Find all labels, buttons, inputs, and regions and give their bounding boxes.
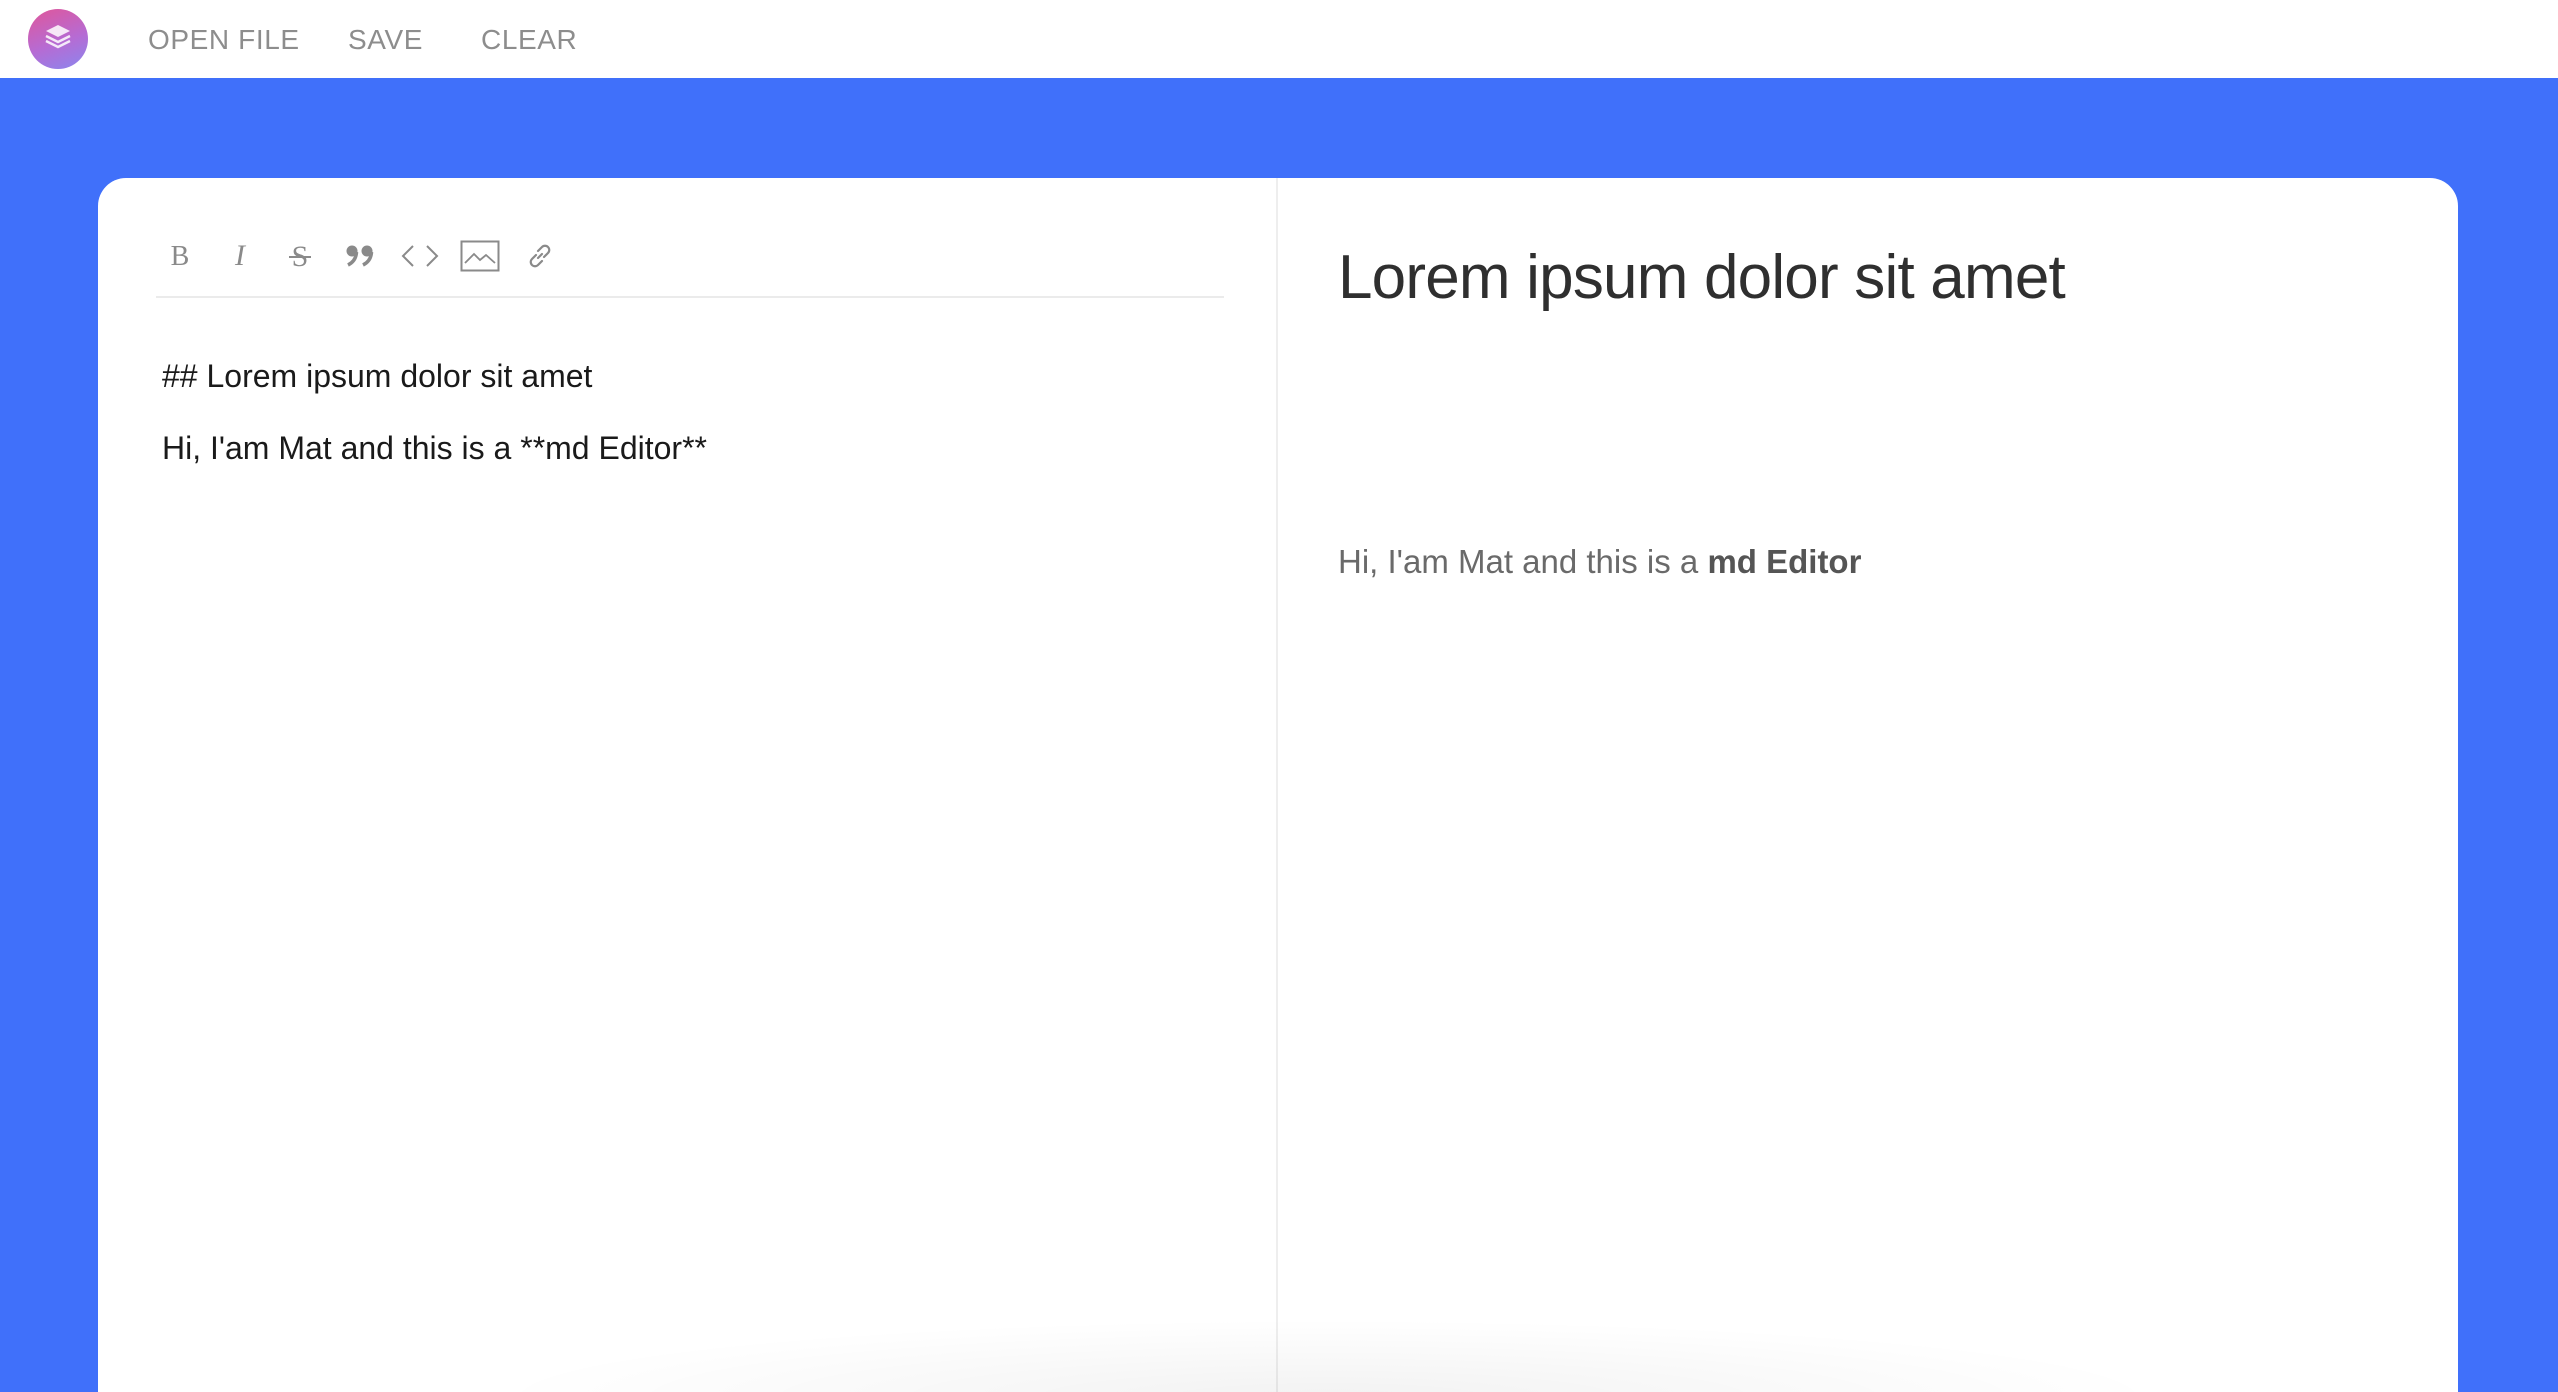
svg-text:B: B xyxy=(171,241,190,271)
link-icon[interactable] xyxy=(516,232,564,280)
source-line: Hi, I'am Mat and this is a **md Editor** xyxy=(162,430,707,466)
quote-icon[interactable] xyxy=(336,232,384,280)
preview-paragraph: Hi, I'am Mat and this is a md Editor xyxy=(1338,542,1861,582)
top-bar: OPEN FILE SAVE CLEAR xyxy=(0,0,2558,78)
source-line: ## Lorem ipsum dolor sit amet xyxy=(162,358,593,394)
editor-card: B I S ## Lorem ipsum dolor sit amet Hi, … xyxy=(98,178,2458,1392)
app-logo[interactable] xyxy=(28,9,88,69)
pane-divider xyxy=(1276,178,1278,1392)
clear-button[interactable]: CLEAR xyxy=(481,24,577,56)
italic-icon[interactable]: I xyxy=(216,232,264,280)
formatting-toolbar: B I S xyxy=(156,232,1224,298)
bold-icon[interactable]: B xyxy=(156,232,204,280)
svg-text:I: I xyxy=(234,241,247,271)
preview-heading: Lorem ipsum dolor sit amet xyxy=(1338,243,2066,312)
open-file-button[interactable]: OPEN FILE xyxy=(148,24,300,56)
preview-bold-text: md Editor xyxy=(1707,543,1862,580)
bottom-shadow xyxy=(478,1318,2178,1392)
strikethrough-icon[interactable]: S xyxy=(276,232,324,280)
image-icon[interactable] xyxy=(456,232,504,280)
layers-stack-icon xyxy=(41,20,75,59)
preview-paragraph-text: Hi, I'am Mat and this is a xyxy=(1338,543,1708,580)
code-icon[interactable] xyxy=(396,232,444,280)
save-button[interactable]: SAVE xyxy=(348,24,423,56)
